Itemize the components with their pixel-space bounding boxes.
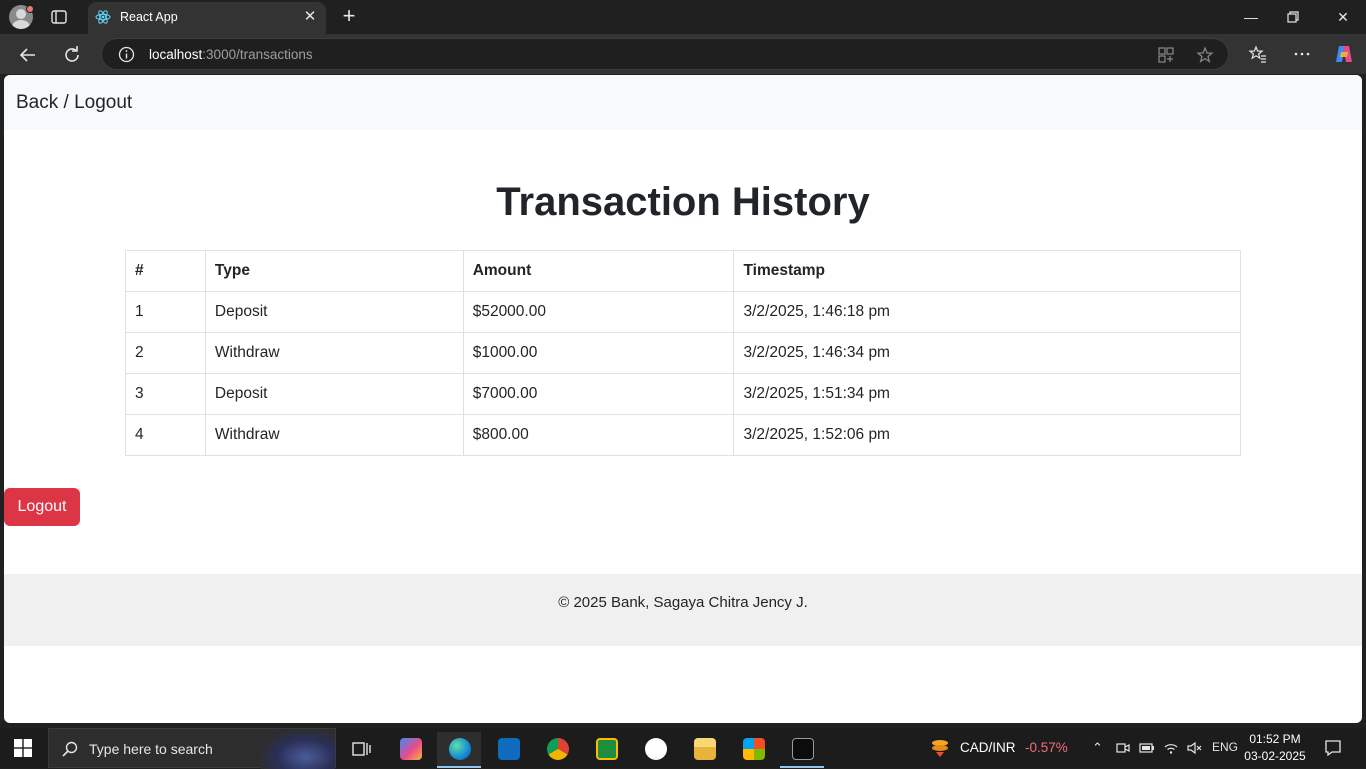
minimize-icon[interactable]: — xyxy=(1240,6,1262,28)
cell-timestamp: 3/2/2025, 1:46:18 pm xyxy=(733,291,1241,333)
search-icon xyxy=(62,741,78,757)
github-taskbar-icon[interactable] xyxy=(633,732,677,768)
clock-date: 03-02-2025 xyxy=(1244,749,1306,763)
taskbar-search-box[interactable]: Type here to search xyxy=(48,728,336,769)
table-row: 1 Deposit $52000.00 3/2/2025, 1:46:18 pm xyxy=(125,291,1241,333)
store-taskbar-icon[interactable] xyxy=(731,732,775,768)
file-explorer-app-icon xyxy=(694,738,716,760)
cell-number: 3 xyxy=(125,373,206,415)
chrome-app-icon xyxy=(547,738,569,760)
table-row: 4 Withdraw $800.00 3/2/2025, 1:52:06 pm xyxy=(125,414,1241,456)
currency-widget-icon xyxy=(932,740,948,757)
terminal-app-icon xyxy=(792,738,814,760)
cell-number: 1 xyxy=(125,291,206,333)
table-row: 3 Deposit $7000.00 3/2/2025, 1:51:34 pm xyxy=(125,373,1241,415)
wifi-icon[interactable] xyxy=(1163,740,1179,756)
cell-type: Withdraw xyxy=(204,332,464,374)
search-highlight-image xyxy=(261,729,335,769)
url-path: :3000/transactions xyxy=(202,47,313,62)
cell-number: 2 xyxy=(125,332,206,374)
meet-now-icon[interactable] xyxy=(1116,740,1130,756)
outlook-taskbar-icon[interactable] xyxy=(486,732,530,768)
site-info-icon[interactable] xyxy=(118,46,135,63)
cell-amount: $7000.00 xyxy=(462,373,735,415)
browser-tab-active[interactable]: React App ✕ xyxy=(88,2,326,34)
close-window-icon[interactable]: ✕ xyxy=(1332,6,1354,28)
app-navbar: Back / Logout xyxy=(4,75,1362,130)
classroom-taskbar-icon[interactable] xyxy=(584,732,628,768)
footer-copyright: © 2025 Bank, Sagaya Chitra Jency J. xyxy=(558,594,808,611)
copilot-app-icon xyxy=(400,738,422,760)
task-view-icon[interactable] xyxy=(338,732,382,768)
cell-amount: $800.00 xyxy=(462,414,735,456)
terminal-taskbar-icon[interactable] xyxy=(780,732,824,768)
github-app-icon xyxy=(645,738,667,760)
windows-start-icon[interactable] xyxy=(14,739,32,757)
column-header-timestamp: Timestamp xyxy=(733,250,1241,292)
app-available-icon[interactable] xyxy=(1157,46,1175,64)
profile-status-dot xyxy=(26,5,34,13)
cell-timestamp: 3/2/2025, 1:46:34 pm xyxy=(733,332,1241,374)
browser-tab-bar: React App ✕ + — ✕ xyxy=(0,0,1366,34)
clock-time: 01:52 PM xyxy=(1249,732,1301,746)
more-options-icon[interactable] xyxy=(1292,44,1312,64)
cell-type: Deposit xyxy=(204,373,464,415)
ticker-label: CAD/INR xyxy=(960,740,1016,755)
cell-type: Deposit xyxy=(204,291,464,333)
edge-app-icon xyxy=(449,738,471,760)
favorites-icon[interactable] xyxy=(1248,44,1268,64)
store-app-icon xyxy=(743,738,765,760)
page-viewport: Back / Logout Transaction History # Type… xyxy=(4,75,1362,723)
cell-timestamp: 3/2/2025, 1:52:06 pm xyxy=(733,414,1241,456)
address-bar[interactable]: localhost:3000/transactions xyxy=(101,38,1229,70)
url-host: localhost xyxy=(149,47,203,62)
react-favicon-icon xyxy=(95,10,111,24)
logout-button[interactable]: Logout xyxy=(4,488,80,526)
outlook-app-icon xyxy=(498,738,520,760)
ticker-change: -0.57% xyxy=(1025,740,1068,755)
column-header-amount: Amount xyxy=(462,250,735,292)
file-explorer-taskbar-icon[interactable] xyxy=(682,732,726,768)
tab-actions-icon[interactable] xyxy=(50,8,68,26)
language-indicator[interactable]: ENG xyxy=(1212,740,1238,754)
classroom-app-icon xyxy=(596,738,618,760)
page-title: Transaction History xyxy=(496,180,870,224)
column-header-type: Type xyxy=(204,250,464,292)
show-hidden-icons-chevron-icon[interactable]: ⌃ xyxy=(1092,740,1103,756)
restore-icon[interactable] xyxy=(1286,10,1300,24)
windows-taskbar: Type here to search CAD/INR -0.57% ⌃ ENG… xyxy=(0,728,1366,769)
copilot-taskbar-icon[interactable] xyxy=(388,732,432,768)
tab-close-icon[interactable]: ✕ xyxy=(302,9,318,25)
browser-toolbar: localhost:3000/transactions xyxy=(0,34,1366,74)
favorite-star-icon[interactable] xyxy=(1196,46,1214,64)
back-logout-link[interactable]: Back / Logout xyxy=(16,92,132,114)
copilot-icon[interactable] xyxy=(1333,43,1355,65)
cell-number: 4 xyxy=(125,414,206,456)
cell-amount: $52000.00 xyxy=(462,291,735,333)
table-header-row: # Type Amount Timestamp xyxy=(125,250,1241,292)
new-tab-icon[interactable]: + xyxy=(338,5,360,28)
cell-amount: $1000.00 xyxy=(462,332,735,374)
column-header-number: # xyxy=(125,250,206,292)
transactions-table: # Type Amount Timestamp 1 Deposit $52000… xyxy=(125,250,1241,456)
notification-center-icon[interactable] xyxy=(1324,739,1342,757)
back-arrow-icon[interactable] xyxy=(16,43,40,67)
tab-title: React App xyxy=(120,10,178,24)
chrome-taskbar-icon[interactable] xyxy=(535,732,579,768)
cell-type: Withdraw xyxy=(204,414,464,456)
speaker-muted-icon[interactable] xyxy=(1186,740,1202,756)
system-clock[interactable]: 01:52 PM 03-02-2025 xyxy=(1240,731,1310,765)
page-footer: © 2025 Bank, Sagaya Chitra Jency J. xyxy=(4,574,1362,646)
task-view-glyph-icon xyxy=(352,742,371,756)
edge-taskbar-icon[interactable] xyxy=(437,732,481,768)
table-row: 2 Withdraw $1000.00 3/2/2025, 1:46:34 pm xyxy=(125,332,1241,374)
cell-timestamp: 3/2/2025, 1:51:34 pm xyxy=(733,373,1241,415)
refresh-icon[interactable] xyxy=(60,43,84,67)
url-text[interactable]: localhost:3000/transactions xyxy=(149,47,313,62)
search-placeholder: Type here to search xyxy=(89,741,213,757)
battery-icon[interactable] xyxy=(1139,740,1155,756)
